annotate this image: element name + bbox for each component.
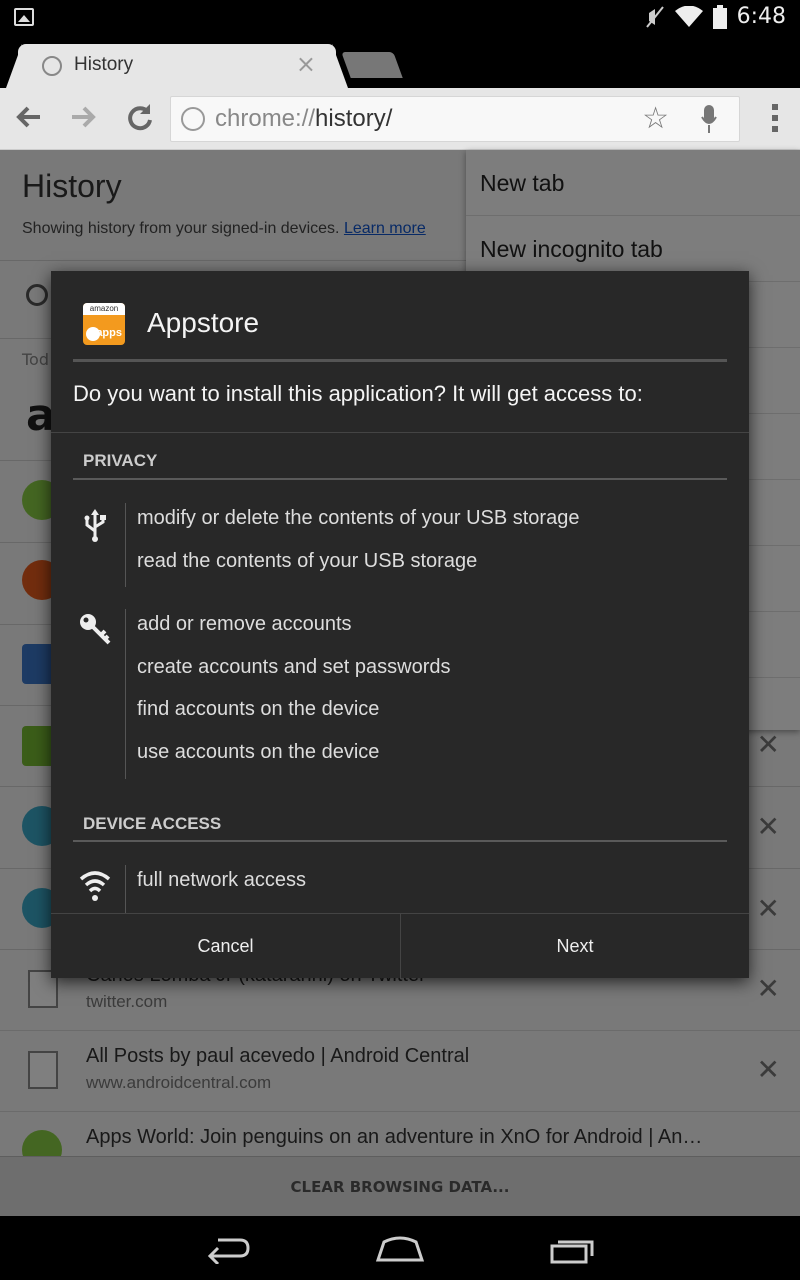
navigation-bar: [0, 1216, 800, 1280]
globe-icon: [181, 107, 205, 131]
new-tab-button[interactable]: [341, 52, 403, 78]
appstore-icon: amazon apps: [83, 303, 125, 345]
reload-icon[interactable]: [126, 102, 154, 132]
permission-item: modify or delete the contents of your US…: [137, 507, 580, 529]
url-text[interactable]: chrome://history/: [215, 105, 392, 133]
browser-toolbar: chrome://history/ ☆: [0, 88, 800, 150]
permission-item: create accounts and set passwords: [137, 656, 451, 678]
back-icon[interactable]: [14, 102, 42, 132]
tab-history[interactable]: History ×: [18, 44, 336, 88]
permission-item: find accounts on the device: [137, 698, 380, 720]
bookmark-star-icon[interactable]: ☆: [642, 101, 669, 136]
status-bar: 6:48: [0, 0, 800, 36]
dialog-button-bar: Cancel Next: [51, 913, 749, 979]
permission-item: read the contents of your USB storage: [137, 550, 478, 572]
home-nav-icon[interactable]: [374, 1234, 426, 1264]
section-title-device-access: DEVICE ACCESS: [83, 814, 222, 833]
wifi-icon: [674, 5, 703, 27]
status-icons: 6:48: [645, 4, 786, 29]
key-icon: [80, 614, 111, 645]
next-button[interactable]: Next: [400, 914, 749, 979]
image-notification-icon: [14, 8, 34, 26]
section-title-privacy: PRIVACY: [83, 451, 158, 470]
clock: 6:48: [736, 4, 786, 29]
usb-icon: [84, 509, 106, 542]
tab-title: History: [74, 54, 134, 75]
microphone-icon[interactable]: [701, 105, 717, 133]
globe-icon: [42, 56, 62, 76]
omnibox[interactable]: chrome://history/ ☆: [170, 96, 740, 142]
install-question: Do you want to install this application?…: [73, 381, 643, 406]
tab-close-icon[interactable]: ×: [296, 50, 316, 78]
cancel-button[interactable]: Cancel: [51, 914, 400, 979]
forward-icon[interactable]: [70, 102, 98, 132]
dialog-title: Appstore: [147, 307, 260, 338]
tab-strip: History ×: [0, 36, 800, 88]
install-dialog: amazon apps Appstore Do you want to inst…: [51, 271, 749, 979]
battery-icon: [712, 4, 727, 29]
mute-icon: [645, 5, 664, 28]
back-nav-icon[interactable]: [206, 1234, 252, 1264]
recent-apps-icon[interactable]: [548, 1234, 596, 1264]
permission-item: use accounts on the device: [137, 741, 380, 763]
permission-item: full network access: [137, 869, 306, 891]
overflow-menu-icon[interactable]: [772, 104, 778, 137]
permission-item: add or remove accounts: [137, 613, 352, 635]
wifi-icon: [79, 871, 111, 901]
